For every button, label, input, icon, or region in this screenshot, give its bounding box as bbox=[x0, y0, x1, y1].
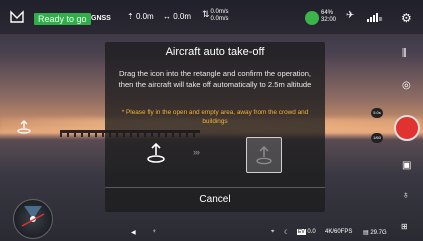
gallery-icon[interactable]: ▣ bbox=[402, 160, 411, 171]
satellite-icon: ✈ bbox=[346, 10, 355, 21]
cancel-button[interactable]: Cancel bbox=[105, 188, 325, 212]
drag-takeoff-icon[interactable] bbox=[146, 142, 166, 164]
svg-text:lll: lll bbox=[379, 17, 382, 22]
sd-card-icon: ▤ bbox=[363, 230, 369, 236]
ev-icon: EV bbox=[297, 229, 306, 235]
camera-switch-icon[interactable]: ◎ bbox=[402, 80, 411, 91]
speed-icon: ⇅ bbox=[202, 9, 210, 19]
storage-value: 29.7G bbox=[370, 230, 387, 236]
takeoff-dialog: Aircraft auto take-off Drag the icon int… bbox=[105, 42, 325, 212]
ev-value: 0.0 bbox=[307, 229, 316, 235]
distance-value: 0.0m bbox=[173, 12, 192, 21]
drag-direction-arrows: ››› bbox=[193, 147, 200, 157]
tripod-icon[interactable]: ♆ bbox=[152, 229, 157, 235]
battery-time: 32:00 bbox=[321, 17, 337, 23]
signal-icon: lll bbox=[367, 13, 383, 24]
mode-pill-top[interactable]: 5.0s bbox=[371, 108, 383, 118]
dialog-warning: * Please fly in the open and empty area,… bbox=[121, 109, 309, 125]
speed-readout: ⇅ 0.0m/s 0.0m/s bbox=[202, 9, 229, 23]
focus-icon[interactable]: ⌖ bbox=[271, 229, 274, 236]
battery-readout: 64% 32:00 bbox=[321, 10, 336, 24]
status-badge: Ready to go bbox=[34, 13, 91, 25]
attitude-radar bbox=[13, 199, 53, 239]
video-format: 4K/60FPS bbox=[325, 229, 353, 235]
battery-icon bbox=[305, 11, 319, 25]
storage-readout: ▤ 29.7G bbox=[363, 229, 387, 236]
volume-icon[interactable]: ◀ bbox=[131, 229, 136, 236]
drop-target[interactable] bbox=[246, 137, 282, 173]
height-readout: ⇡ 0.0m bbox=[127, 12, 154, 21]
dialog-title: Aircraft auto take-off bbox=[165, 46, 265, 58]
home-icon[interactable] bbox=[10, 10, 24, 24]
height-value: 0.0m bbox=[135, 12, 154, 21]
camera-adjust-icon[interactable]: ⫼ bbox=[402, 48, 407, 59]
hdr-icon[interactable]: ⊞ bbox=[401, 222, 408, 231]
distance-readout: ↔ 0.0m bbox=[163, 12, 191, 21]
dialog-message: Drag the icon into the retangle and conf… bbox=[118, 69, 312, 89]
night-mode-icon[interactable]: ☾ bbox=[284, 229, 289, 236]
record-button[interactable] bbox=[394, 115, 420, 141]
top-bar: Ready to go GNSS ⇡ 0.0m ↔ 0.0m ⇅ 0.0m/s … bbox=[0, 0, 423, 34]
distance-icon: ↔ bbox=[163, 12, 171, 21]
ev-readout: EV 0.0 bbox=[297, 229, 316, 235]
takeoff-icon[interactable] bbox=[17, 120, 31, 134]
robot-icon[interactable]: ♁ bbox=[402, 190, 410, 201]
settings-gear-icon[interactable]: ⚙ bbox=[401, 11, 412, 25]
camera-view: Ready to go GNSS ⇡ 0.0m ↔ 0.0m ⇅ 0.0m/s … bbox=[0, 0, 423, 241]
gnss-label: GNSS bbox=[91, 15, 111, 22]
height-icon: ⇡ bbox=[127, 12, 134, 21]
mode-pill-bottom[interactable]: 1/60 bbox=[371, 133, 383, 143]
battery-percent: 64% bbox=[321, 10, 334, 16]
